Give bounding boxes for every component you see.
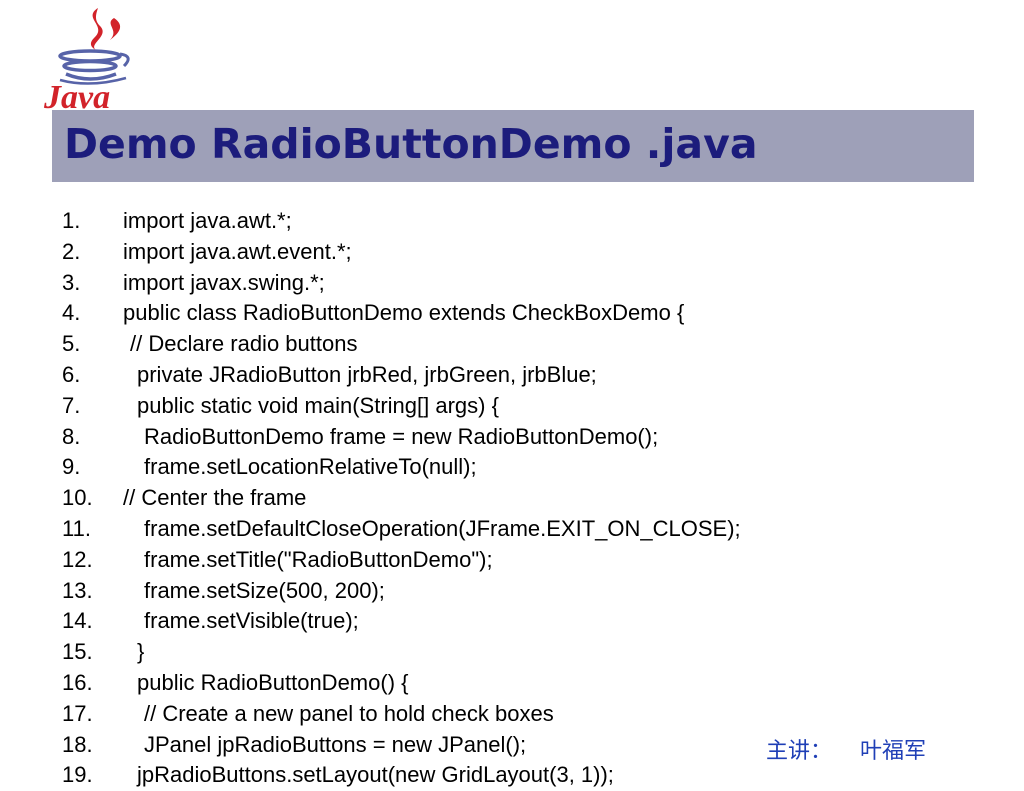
- code-line: 2. import java.awt.event.*;: [62, 237, 962, 268]
- line-number: 18.: [62, 731, 93, 757]
- code-line: 3. import javax.swing.*;: [62, 268, 962, 299]
- line-code: // Declare radio buttons: [130, 331, 358, 357]
- code-line: 16. public RadioButtonDemo() {: [62, 668, 962, 699]
- java-logo: Java: [43, 8, 130, 112]
- line-code: frame.setLocationRelativeTo(null);: [144, 454, 477, 480]
- line-number: 17.: [62, 700, 93, 726]
- code-line: 17. // Create a new panel to hold check b…: [62, 699, 962, 730]
- line-code: import java.awt.event.*;: [123, 238, 352, 264]
- line-number: 1.: [62, 208, 81, 233]
- java-logo-text: Java: [43, 79, 110, 112]
- line-number: 12.: [62, 546, 93, 572]
- presenter-footer: 主讲： 叶福军: [766, 733, 926, 765]
- code-line: 4. public class RadioButtonDemo extends C…: [62, 298, 962, 329]
- code-line: 10. // Center the frame: [62, 483, 962, 514]
- line-number: 11.: [62, 515, 91, 541]
- line-code: // Create a new panel to hold check boxe…: [144, 700, 554, 726]
- line-code: import java.awt.*;: [123, 208, 292, 233]
- line-code: frame.setSize(500, 200);: [144, 577, 385, 603]
- line-code: import javax.swing.*;: [123, 269, 325, 295]
- line-number: 9.: [62, 454, 81, 480]
- line-code: private JRadioButton jrbRed, jrbGreen, j…: [137, 361, 597, 387]
- line-code: public RadioButtonDemo() {: [137, 669, 409, 695]
- line-number: 8.: [62, 423, 81, 449]
- line-number: 15.: [62, 639, 93, 665]
- code-line: 6. private JRadioButton jrbRed, jrbGreen,…: [62, 360, 962, 391]
- code-line: 8. RadioButtonDemo frame = new RadioButto…: [62, 422, 962, 453]
- line-code: }: [137, 639, 145, 665]
- code-listing: 1. import java.awt.*; 2. import java.awt.ev…: [62, 206, 962, 791]
- line-code: public class RadioButtonDemo extends Che…: [123, 300, 685, 326]
- line-number: 4.: [62, 300, 81, 326]
- line-number: 2.: [62, 238, 81, 264]
- line-number: 19.: [62, 762, 93, 788]
- presenter-label: 主讲：: [766, 739, 833, 764]
- line-number: 10.: [62, 485, 93, 511]
- code-line: 14. frame.setVisible(true);: [62, 606, 962, 637]
- line-number: 13.: [62, 577, 93, 603]
- line-code: JPanel jpRadioButtons = new JPanel();: [144, 731, 527, 757]
- code-line: 1. import java.awt.*;: [62, 206, 962, 237]
- line-code: frame.setVisible(true);: [144, 608, 359, 634]
- line-number: 5.: [62, 331, 81, 357]
- line-code: frame.setDefaultCloseOperation(JFrame.EX…: [144, 515, 741, 541]
- line-number: 14.: [62, 608, 93, 634]
- line-number: 7.: [62, 392, 81, 418]
- line-code: public static void main(String[] args) {: [137, 392, 499, 418]
- line-number: 6.: [62, 361, 81, 387]
- code-line: 7. public static void main(String[] args)…: [62, 391, 962, 422]
- code-line: 13. frame.setSize(500, 200);: [62, 576, 962, 607]
- title-band: Demo RadioButtonDemo .java: [52, 110, 974, 182]
- code-line: 11. frame.setDefaultCloseOperation(JFrame…: [62, 514, 962, 545]
- line-code: // Center the frame: [123, 485, 307, 511]
- line-code: RadioButtonDemo frame = new RadioButtonD…: [144, 423, 659, 449]
- line-number: 16.: [62, 669, 93, 695]
- java-coffee-cup-icon: [58, 8, 130, 85]
- line-code: frame.setTitle("RadioButtonDemo");: [144, 546, 493, 572]
- line-code: jpRadioButtons.setLayout(new GridLayout(…: [137, 762, 614, 788]
- presenter-name: 叶福军: [860, 739, 927, 764]
- code-line: 15.}: [62, 637, 962, 668]
- line-number: 3.: [62, 269, 81, 295]
- code-line: 12. frame.setTitle("RadioButtonDemo");: [62, 545, 962, 576]
- slide-title: Demo RadioButtonDemo .java: [64, 120, 758, 168]
- code-line: 9. frame.setLocationRelativeTo(null);: [62, 452, 962, 483]
- code-line: 5. // Declare radio buttons: [62, 329, 962, 360]
